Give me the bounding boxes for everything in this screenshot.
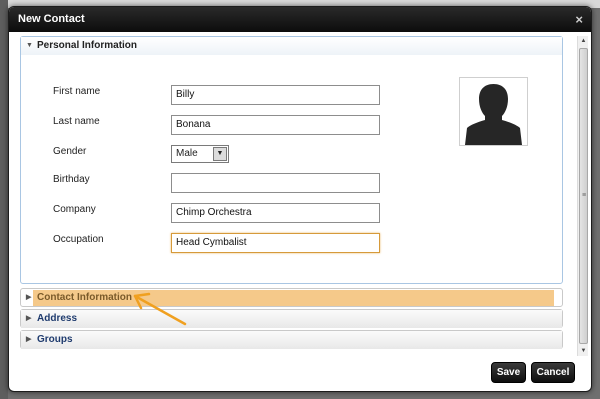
section-label: Contact Information bbox=[37, 292, 132, 303]
scroll-down-icon[interactable]: ▼ bbox=[578, 346, 589, 356]
annotation-arrow-icon bbox=[133, 292, 187, 326]
dialog-title: New Contact bbox=[18, 13, 85, 25]
gender-select[interactable]: Male ▼ bbox=[171, 145, 229, 163]
scroll-up-icon[interactable]: ▲ bbox=[578, 36, 589, 46]
cancel-button[interactable]: Cancel bbox=[531, 362, 575, 383]
triangle-right-icon: ▶ bbox=[26, 294, 32, 301]
company-label: Company bbox=[53, 204, 96, 215]
scrollbar-thumb[interactable]: ≡ bbox=[579, 48, 588, 344]
section-contact-information: ▶ Contact Information bbox=[20, 288, 563, 307]
section-header-contact[interactable]: ▶ Contact Information bbox=[21, 289, 562, 307]
birthday-field[interactable] bbox=[171, 173, 380, 193]
section-address: ▶ Address bbox=[20, 309, 563, 328]
chevron-down-icon[interactable]: ▼ bbox=[213, 147, 227, 161]
section-personal-information: ▼ Personal Information First name Billy … bbox=[20, 36, 563, 284]
triangle-right-icon: ▶ bbox=[26, 315, 32, 322]
first-name-field[interactable]: Billy bbox=[171, 85, 380, 105]
gender-value: Male bbox=[176, 148, 198, 159]
save-button[interactable]: Save bbox=[491, 362, 526, 383]
triangle-down-icon: ▼ bbox=[26, 42, 33, 49]
vertical-scrollbar[interactable]: ▲ ≡ ▼ bbox=[577, 36, 588, 356]
close-icon[interactable]: × bbox=[575, 7, 583, 32]
last-name-field[interactable]: Bonana bbox=[171, 115, 380, 135]
gender-label: Gender bbox=[53, 146, 87, 157]
last-name-label: Last name bbox=[53, 116, 100, 127]
section-header-address[interactable]: ▶ Address bbox=[21, 310, 562, 328]
company-field[interactable]: Chimp Orchestra bbox=[171, 203, 380, 223]
first-name-label: First name bbox=[53, 86, 101, 97]
person-silhouette-icon bbox=[465, 84, 522, 145]
triangle-right-icon: ▶ bbox=[26, 336, 32, 343]
section-header-groups[interactable]: ▶ Groups bbox=[21, 331, 562, 349]
section-label: Groups bbox=[37, 334, 73, 345]
avatar[interactable] bbox=[459, 77, 528, 146]
section-header-personal[interactable]: ▼ Personal Information bbox=[21, 37, 562, 55]
dialog-titlebar[interactable]: New Contact × bbox=[9, 7, 591, 32]
section-label: Personal Information bbox=[37, 40, 138, 51]
new-contact-dialog: New Contact × ▼ Personal Information Fir… bbox=[8, 6, 592, 392]
section-groups: ▶ Groups bbox=[20, 330, 563, 349]
section-label: Address bbox=[37, 313, 78, 324]
birthday-label: Birthday bbox=[53, 174, 90, 185]
background-page-edge bbox=[0, 0, 8, 399]
occupation-label: Occupation bbox=[53, 234, 104, 245]
occupation-field[interactable]: Head Cymbalist bbox=[171, 233, 380, 253]
dialog-content: ▼ Personal Information First name Billy … bbox=[20, 36, 563, 356]
grip-icon: ≡ bbox=[582, 192, 587, 199]
